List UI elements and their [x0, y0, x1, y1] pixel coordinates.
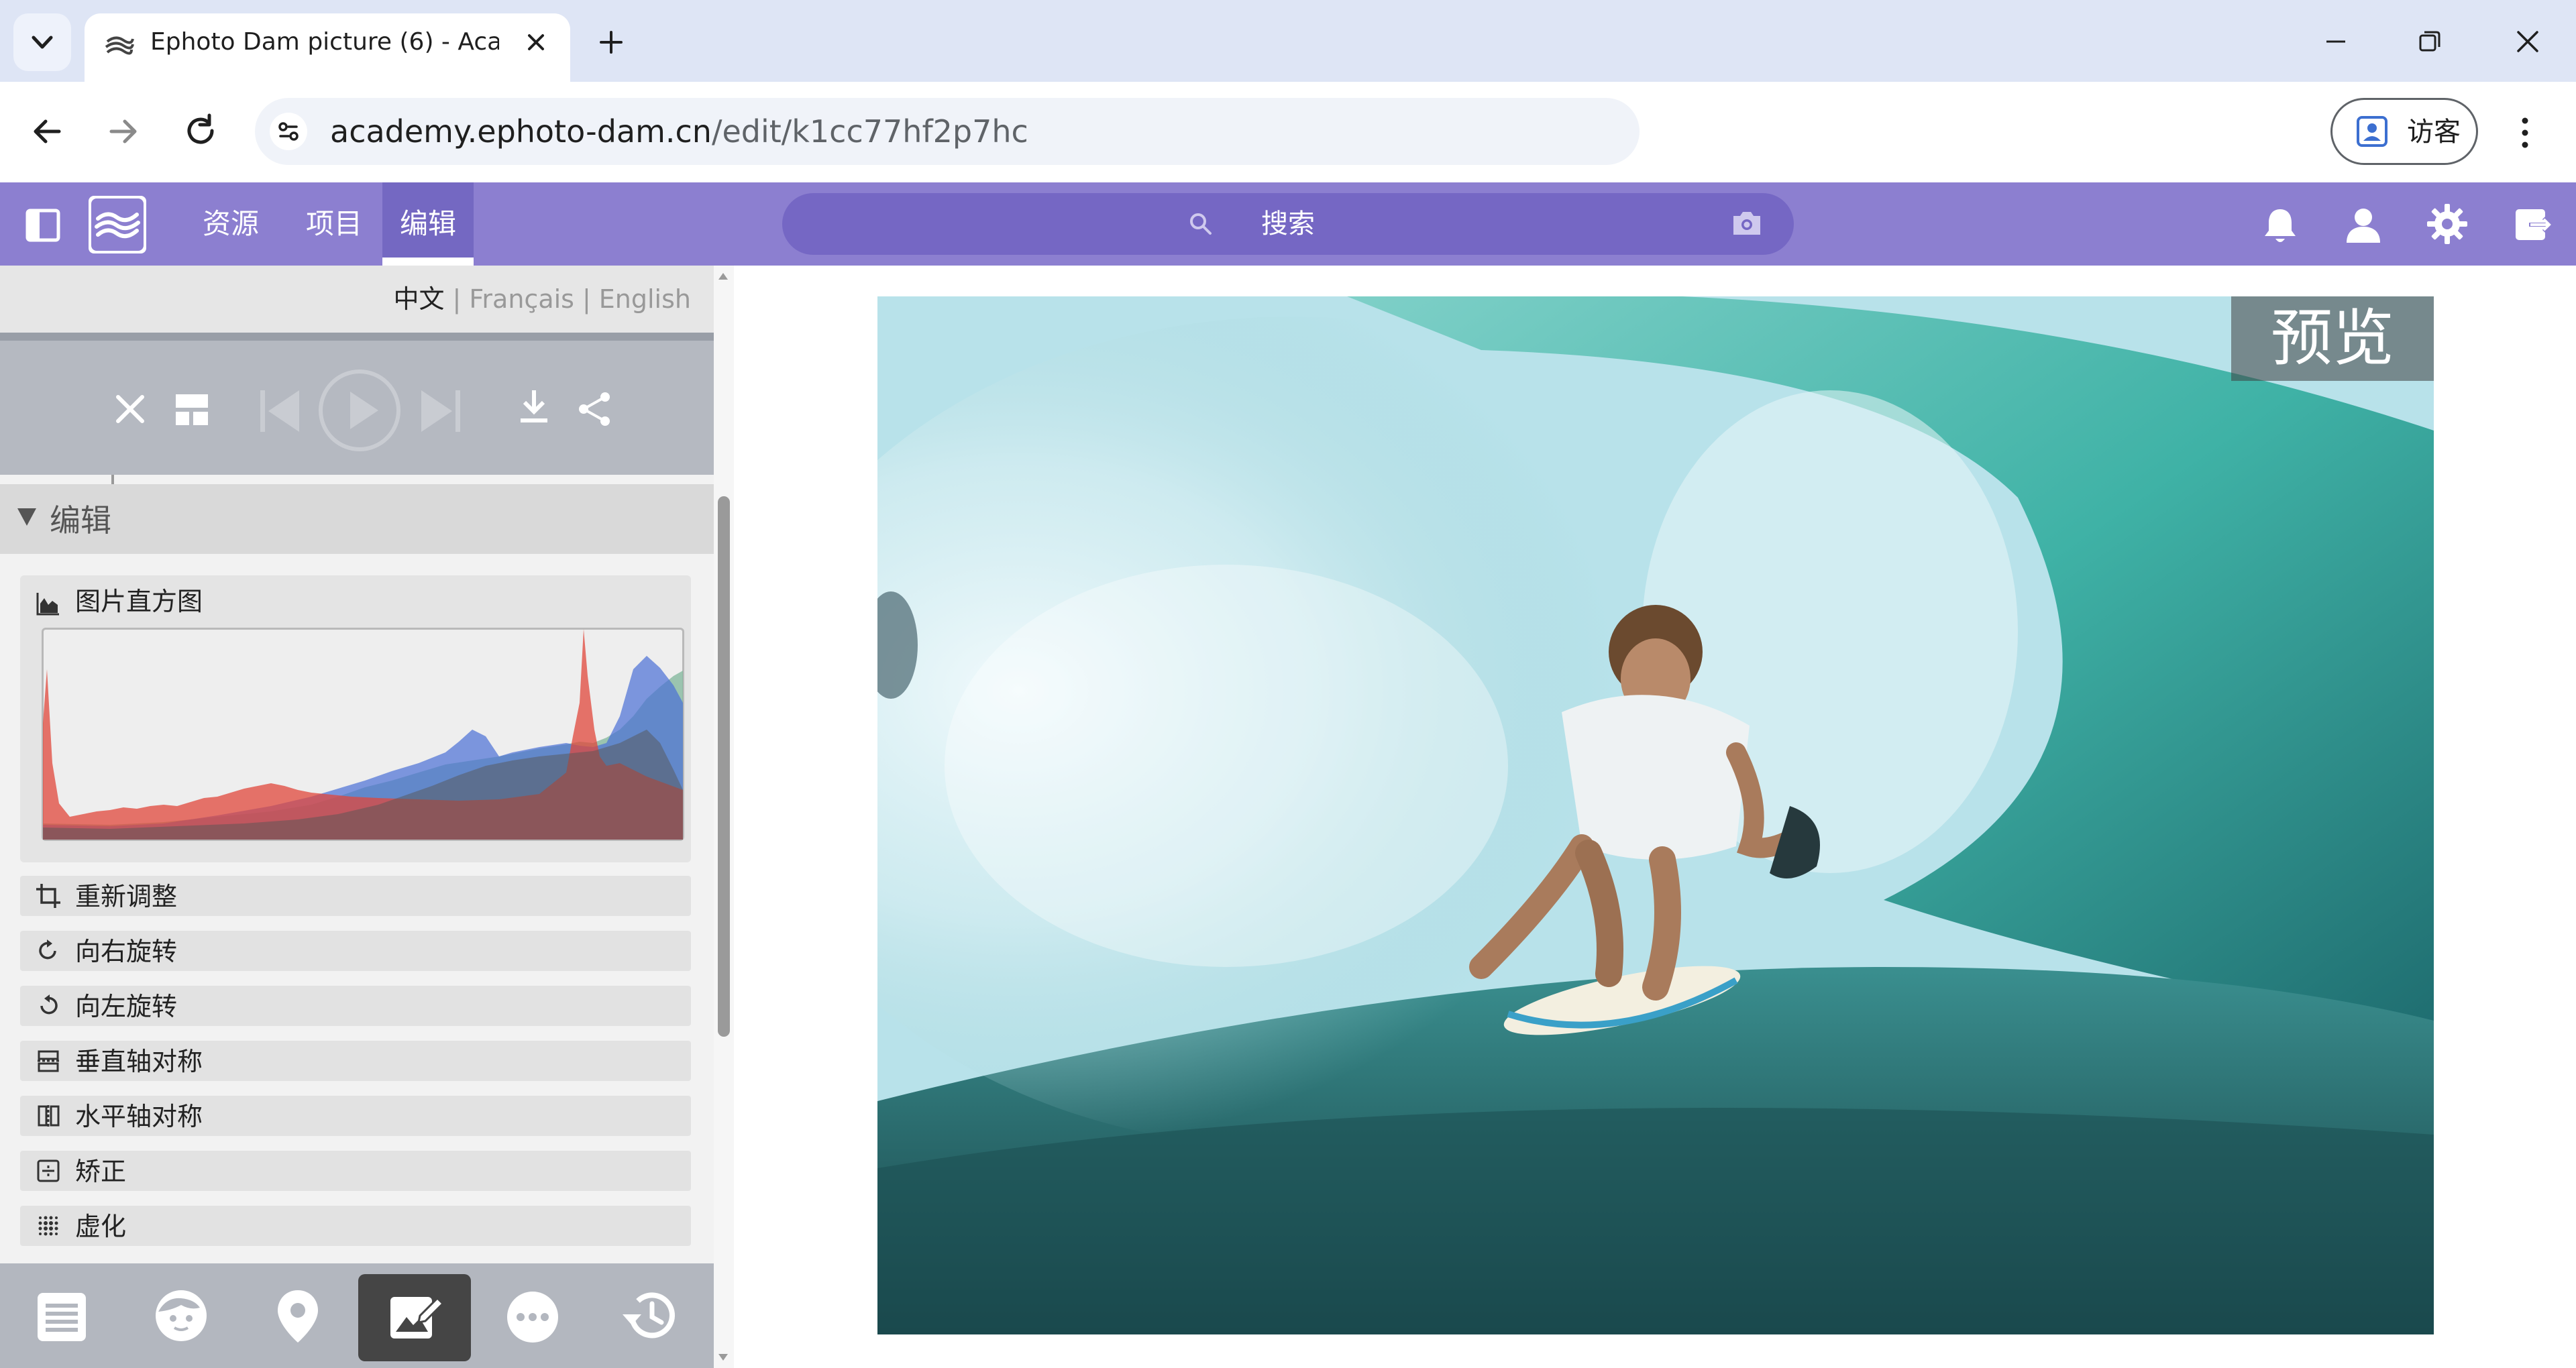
reload-icon [187, 113, 214, 144]
surfer-photo[interactable] [877, 296, 2434, 1334]
lang-english[interactable]: English [599, 284, 691, 314]
area-chart-icon [35, 590, 62, 617]
info-list-icon[interactable] [35, 1290, 89, 1344]
share-icon [579, 392, 610, 426]
previous-button[interactable] [258, 386, 302, 436]
waves-logo-icon [91, 198, 144, 251]
edit-section-title: 编辑 [50, 502, 111, 538]
play-circle-icon [319, 369, 400, 451]
flip-vertical-icon [35, 1047, 62, 1074]
logout-icon[interactable] [2512, 204, 2553, 245]
tune-icon [270, 113, 307, 150]
tool-label: 垂直轴对称 [75, 1047, 203, 1076]
flip-horizontal-icon [35, 1102, 62, 1129]
close-icon [2517, 31, 2538, 52]
histogram-title: 图片直方图 [75, 587, 203, 616]
url-text: academy.ephoto-dam.cn/edit/k1cc77hf2p7hc [330, 113, 1028, 150]
tool-label: 向右旋转 [75, 937, 178, 966]
close-icon [528, 34, 544, 50]
tool-label: 向左旋转 [75, 992, 178, 1021]
ephoto-favicon-icon [103, 30, 136, 62]
plus-icon [600, 31, 623, 54]
sidebar-icon [25, 209, 60, 242]
user-icon[interactable] [2343, 204, 2384, 245]
nav-edit[interactable]: 编辑 [382, 182, 474, 266]
tool-label: 虚化 [75, 1212, 127, 1241]
scroll-up-arrow-icon[interactable] [716, 270, 730, 283]
blur-icon [35, 1212, 62, 1239]
forward-button[interactable] [103, 111, 144, 152]
arrow-right-icon [109, 119, 137, 144]
viewer-controls-shadow [0, 333, 714, 341]
history-icon[interactable] [617, 1284, 682, 1348]
site-info-button[interactable] [268, 111, 309, 152]
gear-icon[interactable] [2426, 203, 2469, 245]
close-icon [116, 395, 144, 423]
browser-menu-button[interactable] [2517, 115, 2533, 150]
preview-label: 预览 [2270, 302, 2394, 374]
skip-next-icon [421, 390, 460, 432]
new-tab-button[interactable] [593, 24, 629, 60]
crop-icon [35, 882, 62, 909]
tool-label: 水平轴对称 [75, 1102, 203, 1131]
active-tab-indicator [382, 258, 474, 266]
lang-chinese[interactable]: 中文 [394, 284, 445, 314]
lang-french[interactable]: Français [469, 284, 574, 314]
window-close-button[interactable] [2512, 25, 2544, 58]
histogram-graphic [43, 629, 683, 840]
location-pin-icon[interactable] [271, 1288, 325, 1345]
tab-close-button[interactable] [521, 27, 551, 58]
reload-button[interactable] [180, 110, 221, 152]
skip-previous-icon [260, 390, 299, 432]
more-vertical-icon [2522, 117, 2528, 148]
tool-label: 矫正 [75, 1157, 127, 1186]
tab-title: Ephoto Dam picture (6) - Academy [150, 28, 499, 56]
tab-search-button[interactable] [13, 13, 71, 71]
nav-projects[interactable]: 项目 [303, 182, 365, 266]
download-button[interactable] [517, 388, 551, 426]
lang-separator: | [452, 284, 462, 314]
divider-tick [111, 475, 114, 484]
minimize-icon [2326, 40, 2345, 43]
window-minimize-button[interactable] [2321, 27, 2351, 56]
back-button[interactable] [27, 111, 67, 152]
download-icon [521, 390, 547, 422]
lang-separator: | [582, 284, 591, 314]
camera-search-icon[interactable] [1729, 208, 1764, 239]
next-button[interactable] [419, 386, 463, 436]
layout-icon [176, 394, 208, 425]
chevron-down-icon [32, 36, 53, 49]
guest-profile-icon [2355, 114, 2390, 149]
straighten-icon [35, 1157, 62, 1184]
restore-icon [2419, 31, 2440, 52]
bell-icon[interactable] [2261, 205, 2300, 247]
search-icon [1187, 211, 1214, 237]
rotate-left-icon [35, 992, 62, 1019]
share-button[interactable] [576, 390, 613, 428]
scroll-down-arrow-icon[interactable] [716, 1351, 730, 1364]
profile-label: 访客 [2407, 117, 2461, 148]
app-logo[interactable] [89, 196, 146, 253]
rotate-right-icon [35, 937, 62, 964]
nav-library[interactable]: 资源库 [189, 182, 272, 323]
search-placeholder: 搜索 [1261, 209, 1315, 239]
url-path: /edit/k1cc77hf2p7hc [711, 113, 1028, 150]
bottom-navigation [0, 1263, 714, 1368]
sidebar-toggle-button[interactable] [24, 207, 62, 244]
tool-label: 重新调整 [75, 882, 178, 911]
language-switcher: 中文 | Français | English [0, 282, 691, 317]
url-host: academy.ephoto-dam.cn [330, 113, 712, 150]
arrow-left-icon [34, 119, 61, 144]
more-horizontal-icon[interactable] [506, 1290, 559, 1344]
scrollbar-thumb[interactable] [718, 496, 730, 1037]
collapse-triangle-icon [15, 504, 39, 528]
image-edit-icon [388, 1288, 444, 1344]
play-button[interactable] [317, 367, 402, 453]
window-restore-button[interactable] [2415, 27, 2445, 56]
close-viewer-button[interactable] [111, 390, 149, 428]
face-icon[interactable] [153, 1288, 209, 1344]
layout-button[interactable] [174, 393, 209, 426]
